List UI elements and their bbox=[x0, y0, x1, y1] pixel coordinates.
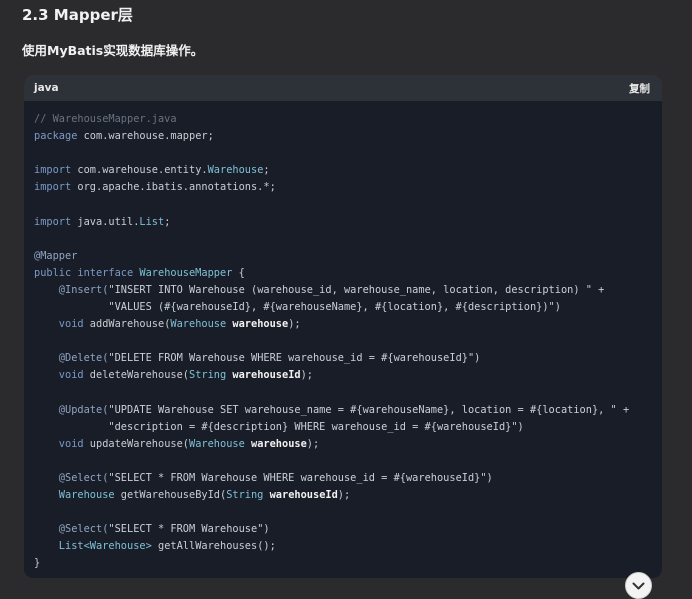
code-token: @Select( bbox=[34, 523, 109, 536]
code-token: void bbox=[34, 318, 90, 331]
code-token: warehouse bbox=[251, 437, 307, 450]
chevron-down-icon bbox=[632, 576, 645, 595]
code-token: ; bbox=[164, 215, 171, 228]
code-token: public interface bbox=[34, 266, 140, 279]
code-token: String bbox=[189, 369, 233, 382]
code-line: @Update("UPDATE Warehouse SET warehouse_… bbox=[34, 402, 662, 419]
code-token: "SELECT * FROM Warehouse") bbox=[108, 523, 270, 536]
code-token: WarehouseMapper bbox=[139, 266, 233, 279]
code-token: import bbox=[34, 215, 78, 228]
section-intro: 使用MyBatis实现数据库操作。 bbox=[22, 43, 204, 58]
code-line: Warehouse getWarehouseById(String wareho… bbox=[34, 487, 662, 504]
code-line: void deleteWarehouse(String warehouseId)… bbox=[34, 367, 662, 384]
scroll-down-button[interactable] bbox=[625, 572, 652, 599]
code-token: com.warehouse.mapper; bbox=[83, 130, 214, 143]
code-line: List<Warehouse> getAllWarehouses(); bbox=[34, 538, 662, 555]
code-line: void addWarehouse(Warehouse warehouse); bbox=[34, 316, 662, 333]
code-token: Warehouse bbox=[34, 489, 121, 502]
code-block: java 复制 // WarehouseMapper.java package c… bbox=[24, 75, 662, 578]
code-line: import org.apache.ibatis.annotations.*; bbox=[34, 179, 662, 196]
code-line: @Select("SELECT * FROM Warehouse") bbox=[34, 521, 662, 538]
code-token: import bbox=[34, 164, 78, 177]
code-token: "DELETE FROM Warehouse WHERE warehouse_i… bbox=[108, 352, 481, 365]
code-token: warehouse bbox=[232, 318, 289, 331]
code-line: "description = #{description} WHERE ware… bbox=[34, 419, 662, 436]
code-token: addWarehouse( bbox=[89, 318, 171, 331]
code-line: void updateWarehouse(Warehouse warehouse… bbox=[34, 436, 662, 453]
code-token: ; bbox=[263, 164, 270, 177]
code-token: ); bbox=[300, 369, 314, 382]
code-token: com.warehouse.entity. bbox=[77, 164, 208, 177]
code-token: deleteWarehouse( bbox=[89, 369, 189, 382]
code-token: "VALUES (#{warehouseId}, #{warehouseName… bbox=[34, 301, 561, 314]
code-token: ); bbox=[288, 318, 301, 331]
code-token: updateWarehouse( bbox=[89, 437, 189, 450]
code-token: import bbox=[34, 181, 78, 194]
code-line: "VALUES (#{warehouseId}, #{warehouseName… bbox=[34, 299, 662, 316]
code-token: String bbox=[226, 489, 270, 502]
code-token: "SELECT * FROM Warehouse WHERE warehouse… bbox=[108, 471, 493, 484]
code-token: ); bbox=[306, 437, 320, 450]
code-token: warehouseId bbox=[269, 489, 338, 502]
code-token: org.apache.ibatis.annotations.*; bbox=[77, 181, 276, 194]
code-token: getWarehouseById( bbox=[120, 489, 227, 502]
code-block-header: java 复制 bbox=[24, 75, 662, 101]
code-token: "description = #{description} WHERE ware… bbox=[34, 420, 524, 433]
code-token: @Mapper bbox=[34, 249, 78, 262]
code-token: List bbox=[139, 215, 165, 228]
code-line: package com.warehouse.mapper; bbox=[34, 128, 662, 145]
code-token: void bbox=[34, 437, 90, 450]
copy-button[interactable]: 复制 bbox=[629, 81, 650, 96]
code-token: Warehouse bbox=[207, 164, 264, 177]
code-token: @Delete( bbox=[34, 352, 109, 365]
code-line: // WarehouseMapper.java bbox=[34, 111, 662, 128]
code-line: import java.util.List; bbox=[34, 214, 662, 231]
code-line: @Delete("DELETE FROM Warehouse WHERE war… bbox=[34, 350, 662, 367]
code-token: // WarehouseMapper.java bbox=[34, 113, 177, 125]
code-token: package bbox=[34, 130, 84, 143]
code-token: @Insert( bbox=[34, 283, 109, 296]
code-token: } bbox=[34, 557, 41, 570]
code-token: Warehouse bbox=[170, 318, 233, 331]
code-token: @Select( bbox=[34, 471, 109, 484]
code-token: @Update( bbox=[34, 403, 109, 416]
code-line: public interface WarehouseMapper { bbox=[34, 265, 662, 282]
code-token: "INSERT INTO Warehouse (warehouse_id, wa… bbox=[108, 283, 605, 296]
code-token: "UPDATE Warehouse SET warehouse_name = #… bbox=[108, 403, 630, 416]
code-token: Warehouse bbox=[189, 437, 251, 450]
code-line: } bbox=[34, 555, 662, 572]
code-token: ); bbox=[337, 489, 351, 502]
code-line: @Mapper bbox=[34, 248, 662, 265]
code-token: void bbox=[34, 369, 90, 382]
section-heading: 2.3 Mapper层 bbox=[22, 6, 133, 24]
code-language-label: java bbox=[34, 82, 59, 94]
code-line: @Insert("INSERT INTO Warehouse (warehous… bbox=[34, 282, 662, 299]
code-token: List<Warehouse> bbox=[34, 540, 158, 553]
code-body: // WarehouseMapper.java package com.wareh… bbox=[24, 101, 662, 573]
code-token: warehouseId bbox=[232, 369, 301, 382]
code-token: getAllWarehouses(); bbox=[158, 540, 276, 553]
code-line: @Select("SELECT * FROM Warehouse WHERE w… bbox=[34, 470, 662, 487]
code-token: java.util. bbox=[77, 215, 140, 228]
code-token: { bbox=[232, 266, 245, 279]
code-line: import com.warehouse.entity.Warehouse; bbox=[34, 162, 662, 179]
